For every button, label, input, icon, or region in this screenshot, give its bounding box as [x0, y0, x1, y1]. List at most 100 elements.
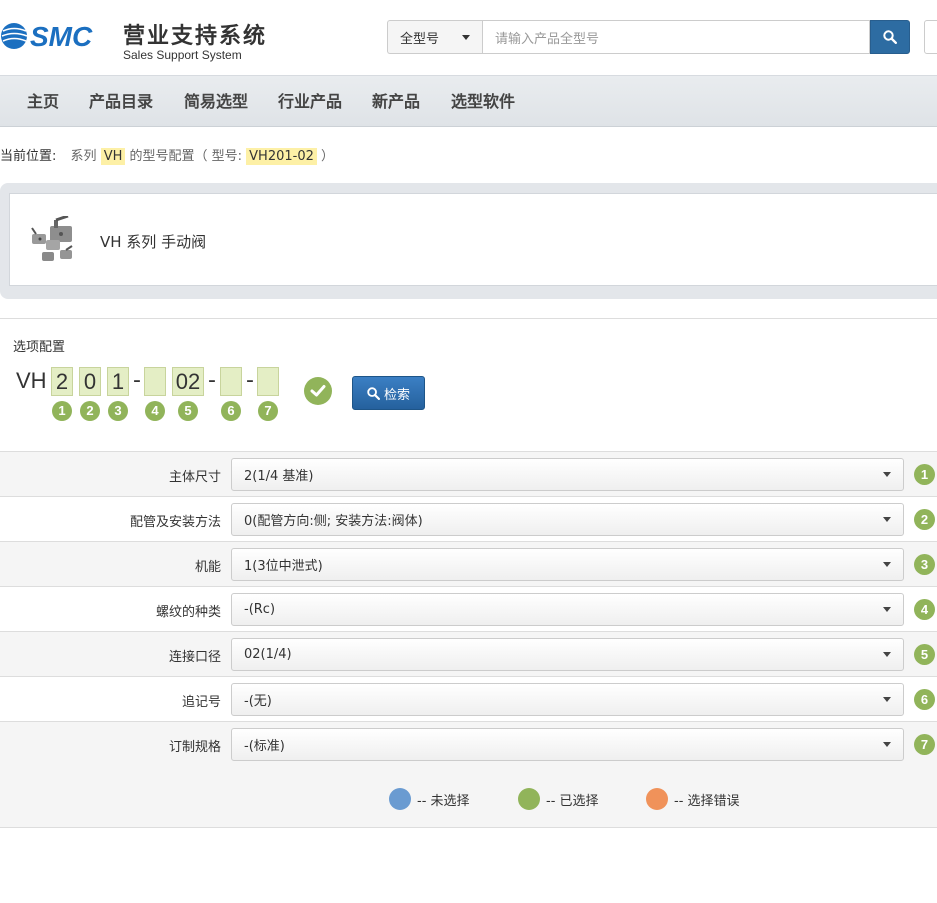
check-icon [304, 377, 332, 405]
chevron-down-icon [883, 562, 891, 567]
chevron-down-icon [883, 697, 891, 702]
legend-unselected: -- 未选择 [389, 788, 470, 810]
option-select-piping[interactable]: 0(配管方向:侧; 安装方法:阀体) [231, 503, 904, 536]
breadcrumb-model: VH201-02 [246, 148, 317, 165]
option-select-port-size[interactable]: 02(1/4) [231, 638, 904, 671]
option-name: 机能 [194, 560, 221, 575]
code-badge-6: 6 [221, 401, 241, 421]
chevron-down-icon [883, 472, 891, 477]
option-row-suffix: 追记号 -(无) 6 [0, 676, 937, 721]
nav-item-simple-selection[interactable]: 简易选型 [184, 76, 248, 128]
search-icon [367, 386, 380, 400]
breadcrumb-series: VH [100, 148, 126, 165]
code-badge-2: 2 [80, 401, 100, 421]
nav-item-catalog[interactable]: 产品目录 [89, 76, 153, 128]
option-select-suffix[interactable]: -(无) [231, 683, 904, 716]
code-badge-1: 1 [52, 401, 72, 421]
nav-item-industry-products[interactable]: 行业产品 [278, 76, 342, 128]
chevron-down-icon [462, 34, 470, 40]
code-box-5: 02 [172, 367, 204, 396]
option-value: 0(配管方向:侧; 安装方法:阀体) [244, 514, 423, 529]
divider [0, 318, 937, 319]
option-value: 1(3位中泄式) [244, 559, 323, 574]
option-value: -(标准) [244, 739, 285, 754]
code-box-1: 2 [51, 367, 73, 396]
option-row-custom-spec: 订制规格 -(标准) 7 [0, 721, 937, 766]
option-row-function: 机能 1(3位中泄式) 3 [0, 541, 937, 586]
legend-error: -- 选择错误 [646, 788, 740, 810]
option-value: -(无) [244, 694, 272, 709]
search-button[interactable] [870, 20, 910, 54]
option-row-piping: 配管及安装方法 0(配管方向:侧; 安装方法:阀体) 2 [0, 496, 937, 541]
code-badge-4: 4 [145, 401, 165, 421]
model-code-prefix: VH [16, 368, 47, 393]
option-config-label: 选项配置 [13, 340, 66, 355]
breadcrumb-suffix: ） [321, 149, 335, 164]
search-model-button-label: 检索 [383, 387, 410, 403]
svg-text:SMC: SMC [30, 21, 93, 52]
header: SMC 营业支持系统 Sales Support System 全型号 请输入产… [0, 0, 937, 75]
search-type-select[interactable]: 全型号 [387, 20, 482, 54]
legend-dot-orange [646, 788, 668, 810]
option-name: 连接口径 [168, 650, 221, 665]
search-type-label: 全型号 [400, 31, 440, 47]
search-input[interactable]: 请输入产品全型号 [482, 20, 870, 54]
option-name: 主体尺寸 [168, 470, 221, 485]
option-name: 追记号 [181, 695, 221, 710]
option-badge: 6 [914, 689, 935, 710]
search-icon [883, 30, 897, 44]
legend-label: -- 已选择 [546, 793, 599, 809]
code-box-7 [257, 367, 279, 396]
option-select-thread[interactable]: -(Rc) [231, 593, 904, 626]
option-badge: 3 [914, 554, 935, 575]
legend-label: -- 选择错误 [674, 793, 740, 809]
option-badge: 4 [914, 599, 935, 620]
option-select-function[interactable]: 1(3位中泄式) [231, 548, 904, 581]
option-row-body-size: 主体尺寸 2(1/4 基准) 1 [0, 451, 937, 496]
nav-item-home[interactable]: 主页 [27, 76, 59, 128]
system-title-cn: 营业支持系统 [123, 24, 268, 49]
breadcrumb: 当前位置: 系列 VH 的型号配置（ 型号: VH201-02 ） [0, 145, 335, 165]
code-separator: - [133, 368, 141, 393]
chevron-down-icon [883, 652, 891, 657]
main-nav: 主页 产品目录 简易选型 行业产品 新产品 选型软件 [0, 75, 937, 127]
product-image [31, 216, 73, 261]
search-model-button[interactable]: 检索 [352, 376, 425, 410]
option-select-custom-spec[interactable]: -(标准) [231, 728, 904, 761]
code-badge-7: 7 [258, 401, 278, 421]
legend-label: -- 未选择 [417, 793, 470, 809]
series-title: VH 系列 手动阀 [100, 233, 207, 251]
nav-item-new-products[interactable]: 新产品 [372, 76, 420, 128]
system-title-en: Sales Support System [123, 48, 242, 62]
option-value: -(Rc) [244, 602, 276, 617]
option-value: 2(1/4 基准) [244, 469, 314, 484]
breadcrumb-prefix: 系列 [70, 149, 97, 164]
option-badge: 1 [914, 464, 935, 485]
chevron-down-icon [883, 517, 891, 522]
nav-item-selection-software[interactable]: 选型软件 [451, 76, 515, 128]
search-placeholder: 请输入产品全型号 [495, 31, 600, 47]
search-bar: 全型号 请输入产品全型号 [387, 20, 910, 54]
code-separator: - [246, 368, 254, 393]
code-box-3: 1 [107, 367, 129, 396]
option-badge: 7 [914, 734, 935, 755]
chevron-down-icon [883, 742, 891, 747]
option-name: 配管及安装方法 [129, 515, 221, 530]
smc-logo[interactable]: SMC [0, 16, 112, 56]
option-row-port-size: 连接口径 02(1/4) 5 [0, 631, 937, 676]
header-extra-button[interactable] [924, 20, 937, 54]
code-badge-3: 3 [108, 401, 128, 421]
legend-dot-blue [389, 788, 411, 810]
code-box-4 [144, 367, 166, 396]
option-row-thread: 螺纹的种类 -(Rc) 4 [0, 586, 937, 631]
option-name: 订制规格 [168, 740, 221, 755]
code-box-2: 0 [79, 367, 101, 396]
code-separator: - [208, 368, 216, 393]
option-select-body-size[interactable]: 2(1/4 基准) [231, 458, 904, 491]
legend-selected: -- 已选择 [518, 788, 599, 810]
breadcrumb-middle: 的型号配置（ 型号: [129, 149, 243, 164]
option-badge: 2 [914, 509, 935, 530]
breadcrumb-label: 当前位置: [0, 149, 57, 164]
option-badge: 5 [914, 644, 935, 665]
option-value: 02(1/4) [244, 647, 292, 662]
